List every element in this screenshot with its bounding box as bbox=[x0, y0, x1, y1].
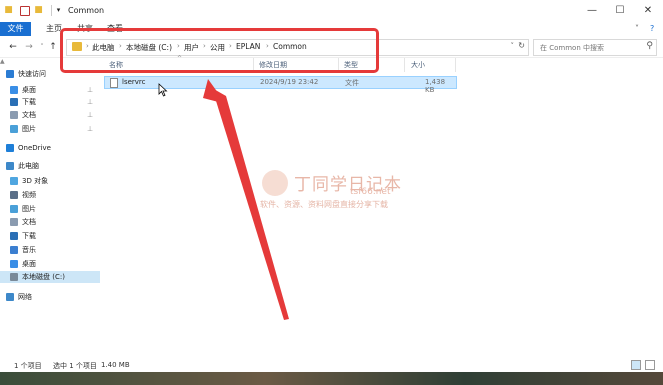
taskbar-background bbox=[0, 372, 663, 385]
annotation-arrow bbox=[203, 79, 289, 320]
file-explorer-window: ■ ■ ▾ Common — ☐ ✕ 文件 主页 共享 查看 ˅ ? ← → ˅… bbox=[0, 0, 663, 372]
